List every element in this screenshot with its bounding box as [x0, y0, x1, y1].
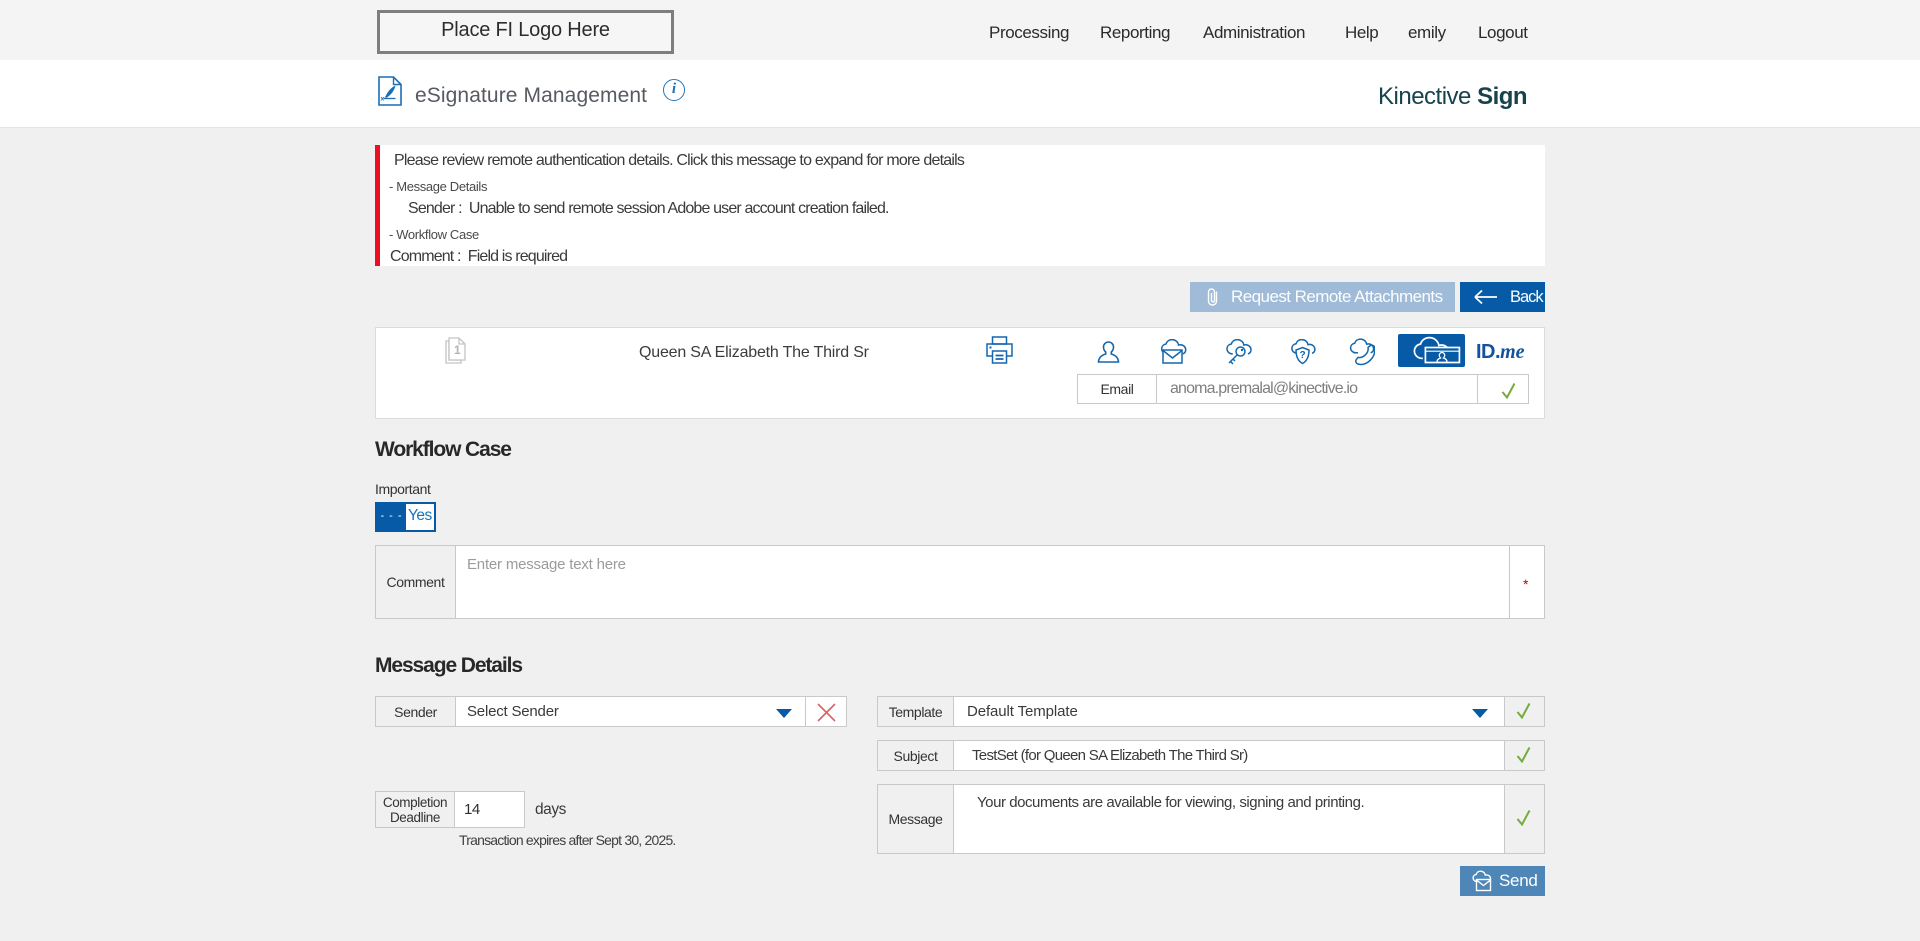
svg-text:1: 1	[454, 343, 461, 357]
svg-text:?: ?	[1300, 350, 1306, 361]
svg-text:x: x	[381, 96, 385, 103]
